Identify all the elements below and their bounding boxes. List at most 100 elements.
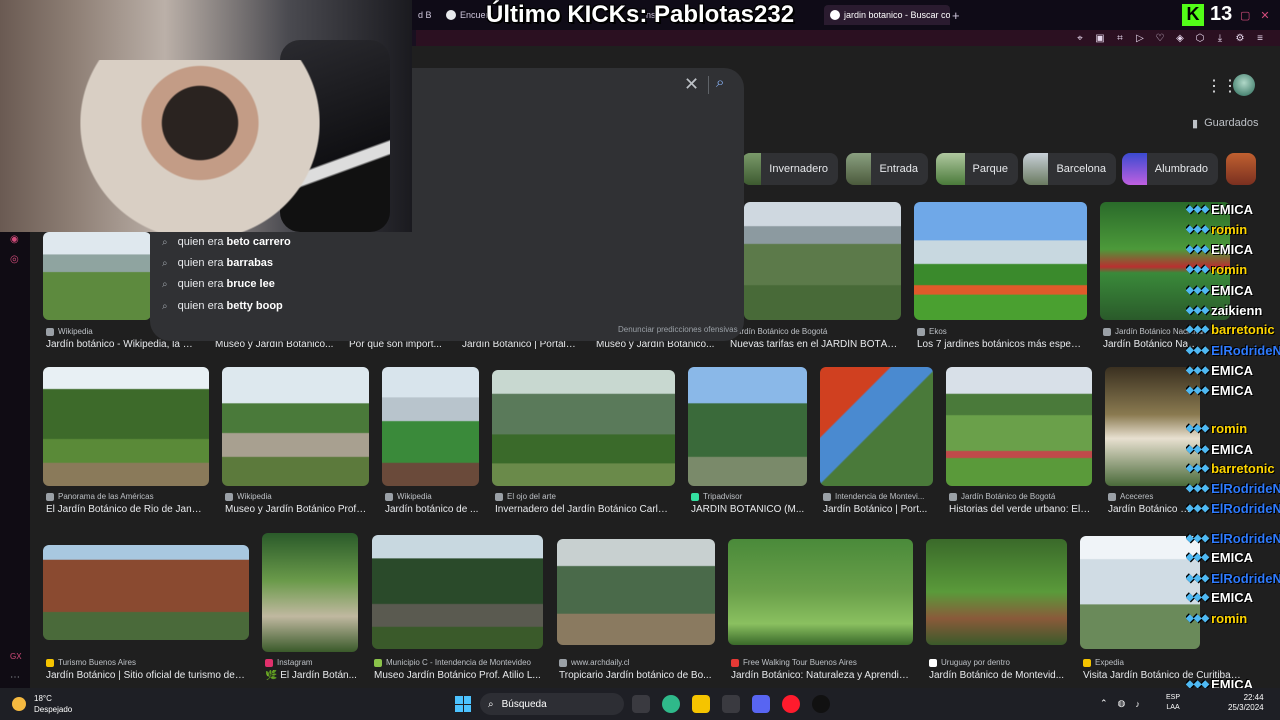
download-icon[interactable]: ⤓ [1214,33,1226,44]
result-title[interactable]: JARDIN BOTANICO (M... [691,504,805,515]
chat-username: EMICA [1211,590,1253,605]
store-icon[interactable] [722,695,740,713]
site-favicon-icon [46,492,54,501]
result-image[interactable] [372,535,543,649]
result-title[interactable]: Jardín Botánico de Montevid... [929,670,1067,681]
chat-username: romin [1211,611,1248,626]
suggestion-item[interactable]: ⌕ quien era beto carrero [162,236,291,248]
chat-badge-icon: ◆◆◆ [1186,503,1210,514]
result-title[interactable]: Museo Jardín Botánico Prof. Atilio L... [374,670,544,681]
start-windows-icon[interactable] [455,696,471,712]
result-image[interactable] [820,367,933,486]
chat-message: ◆◆◆ zaikienn [1186,303,1280,318]
chevron-up-icon[interactable]: ⌃ [1100,698,1108,709]
crop-icon[interactable]: ⌗ [1114,33,1126,44]
result-image[interactable] [1080,536,1200,649]
chip-invernadero[interactable]: Invernadero [742,153,838,185]
search-icon: ⌕ [488,698,494,710]
suggestion-item[interactable]: ⌕ quien era bruce lee [162,278,275,290]
result-image[interactable] [43,232,151,320]
result-title[interactable]: Jardín Botánico | Port... [823,504,933,515]
obs-icon[interactable] [812,695,830,713]
play-icon[interactable]: ▷ [1134,33,1146,44]
result-image[interactable] [926,539,1067,645]
chip-entrada[interactable]: Entrada [846,153,928,185]
result-title[interactable]: Jardín botánico de ... [385,504,479,515]
chat-message: ◆◆◆ romin [1186,262,1280,277]
chip-label: Invernadero [769,163,828,175]
language-indicator[interactable]: ESP LAA [1166,693,1180,713]
result-image[interactable] [43,545,249,640]
saved-link[interactable]: ▮ Guardados [1192,117,1259,130]
result-title[interactable]: Tropicario Jardín botánico de Bo... [559,670,714,681]
result-image[interactable] [728,539,913,645]
chat-message: ◆◆◆ romin [1186,421,1280,436]
result-image[interactable] [744,202,901,320]
suggestion-item[interactable]: ⌕ quien era barrabas [162,257,273,269]
new-tab-button[interactable]: + [952,8,960,23]
weather-widget[interactable]: 18°C Despejado [12,693,72,715]
chip-thumbnail [1226,153,1256,185]
result-image[interactable] [914,202,1087,320]
task-view-icon[interactable] [632,695,650,713]
opera-icon[interactable] [782,695,800,713]
result-source: Ekos [917,327,1067,336]
chip-barcelona[interactable]: Barcelona [1023,153,1116,185]
extensions-icon[interactable]: ◈ [1174,33,1186,44]
result-title[interactable]: Los 7 jardines botánicos más espect... [917,339,1085,350]
clear-search-button[interactable]: ✕ [684,74,699,95]
heart-icon[interactable]: ♡ [1154,33,1166,44]
discord-icon[interactable] [752,695,770,713]
close-window-icon[interactable]: ✕ [1260,9,1269,22]
search-icon: ⌕ [162,257,168,269]
result-image[interactable] [946,367,1092,486]
chip-parque[interactable]: Parque [936,153,1018,185]
search-icon[interactable]: ⌕ [716,74,724,91]
result-image[interactable] [492,370,675,486]
suggestion-text: quien era bruce lee [177,278,275,290]
result-image[interactable] [557,539,715,645]
sidebar-gx-icon[interactable]: GX [10,652,22,661]
result-source: Aceceres [1108,492,1188,501]
vpn-icon[interactable]: ⬡ [1194,33,1206,44]
tab-partial[interactable]: d B [412,5,434,25]
result-title[interactable]: Jardín Botánico | Sitio oficial de turis… [46,670,246,681]
result-title[interactable]: Historias del verde urbano: El I... [949,504,1091,515]
result-title[interactable]: Invernadero del Jardín Botánico Carlos..… [495,504,673,515]
avatar[interactable] [1233,74,1255,96]
result-image[interactable] [688,367,807,486]
chip-more[interactable] [1226,153,1256,185]
mic-icon[interactable]: ♪ [1135,699,1140,709]
result-image[interactable] [262,533,358,652]
result-image[interactable] [222,367,369,486]
chat-username: EMICA [1211,442,1253,457]
clock[interactable]: 22:44 25/3/2024 [1228,693,1264,713]
chip-alumbrado[interactable]: Alumbrado [1122,153,1218,185]
pin-icon[interactable]: ⌖ [1074,33,1086,44]
taskbar-search[interactable]: ⌕ Búsqueda [480,693,624,715]
edge-icon[interactable] [662,695,680,713]
chat-badge-icon: ◆◆◆ [1186,324,1210,335]
file-explorer-icon[interactable] [692,695,710,713]
sidebar-icon[interactable]: ◎ [10,254,19,265]
result-title[interactable]: Jardín Botánico de... [1108,504,1192,515]
screenshot-icon[interactable]: ▣ [1094,33,1106,44]
menu-icon[interactable]: ≡ [1254,33,1266,44]
result-title[interactable]: El Jardín Botánico de Rio de Janei... [46,504,206,515]
suggestion-item[interactable]: ⌕ quien era betty boop [162,300,283,312]
result-title[interactable]: 🌿 El Jardín Botán... [265,670,359,681]
report-predictions-link[interactable]: Denunciar predicciones ofensivas [618,325,738,334]
result-image[interactable] [43,367,209,486]
result-title[interactable]: Museo y Jardín Botánico Profe... [225,504,367,515]
more-icon[interactable]: ⋯ [10,672,20,683]
chat-username: EMICA [1211,242,1253,257]
sidebar-icon[interactable]: ◉ [10,234,19,245]
network-icon[interactable]: ◍ [1118,698,1126,709]
maximize-icon[interactable]: ▢ [1240,9,1250,22]
search-icon: ⌕ [162,300,168,312]
result-title[interactable]: Nuevas tarifas en el JARDÍN BOTÁN... [730,339,900,350]
tab-jardin-botanico[interactable]: jardin botanico - Buscar co [824,5,950,25]
result-image[interactable] [382,367,479,486]
result-title[interactable]: Jardín Botánico: Naturaleza y Aprendiz..… [731,670,911,681]
settings-icon[interactable]: ⚙ [1234,33,1246,44]
